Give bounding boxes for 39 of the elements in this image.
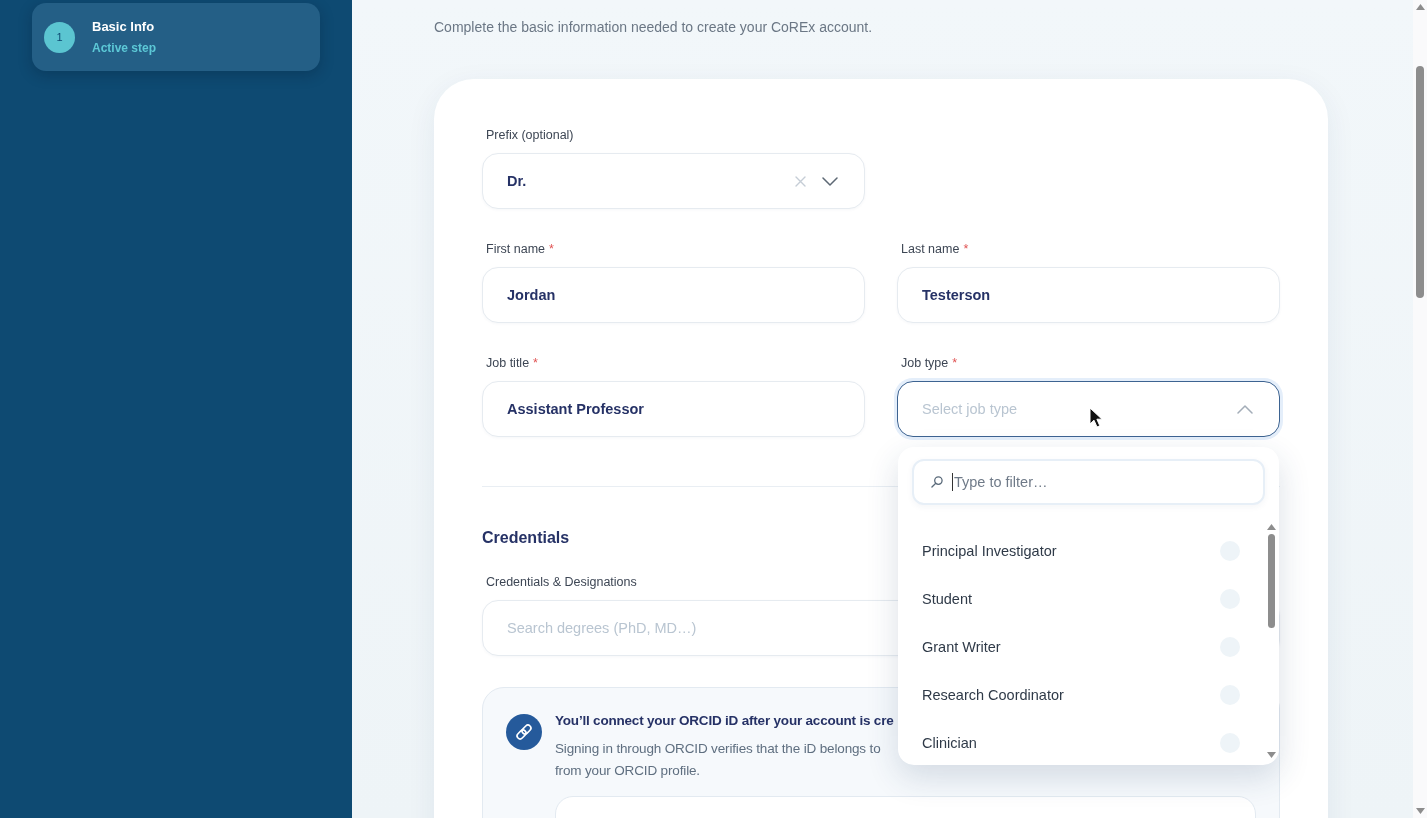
link-icon <box>506 714 542 750</box>
text-input[interactable]: Assistant Professor <box>482 381 865 437</box>
required-mark: * <box>952 355 958 371</box>
text-caret-icon <box>952 473 953 491</box>
dropdown-option[interactable]: Research Coordinator <box>898 671 1265 719</box>
dropdown-option[interactable]: Clinician <box>898 719 1265 765</box>
select-field[interactable]: Dr. <box>482 153 865 209</box>
filter-input[interactable]: Type to filter… <box>912 459 1265 505</box>
field-label: Credentials & Designations <box>486 574 637 590</box>
scrollbar-thumb[interactable] <box>1267 534 1275 628</box>
pointer-cursor-icon <box>1089 407 1103 428</box>
text-input[interactable]: Jordan <box>482 267 865 323</box>
field-label: First name <box>486 241 546 257</box>
scroll-up-arrow-icon[interactable] <box>1415 4 1425 10</box>
required-mark: * <box>549 241 554 257</box>
scrollbar-thumb[interactable] <box>1416 66 1424 298</box>
required-mark: * <box>963 241 969 257</box>
step-card[interactable]: 1 Basic Info Active step <box>32 3 320 71</box>
dropdown-option[interactable]: Principal Investigator <box>898 527 1265 575</box>
required-mark: * <box>533 355 538 371</box>
field-label: Prefix (optional) <box>486 127 574 143</box>
section-heading: Credentials <box>482 528 570 548</box>
field-label: Job type <box>901 355 949 371</box>
notice-description: Signing in through ORCID verifies that the iD belongs to from your ORCID profile. <box>555 740 881 780</box>
field-label: Last name <box>901 241 960 257</box>
text-input[interactable]: Testerson <box>897 267 1280 323</box>
scroll-down-arrow-icon[interactable] <box>1266 752 1276 758</box>
clear-icon[interactable] <box>795 175 806 187</box>
step-status: Active step <box>92 40 157 56</box>
step-title: Basic Info <box>92 18 155 35</box>
field-label: Job title <box>486 355 530 371</box>
scroll-up-arrow-icon[interactable] <box>1266 524 1276 530</box>
chevron-down-icon <box>822 176 838 186</box>
step-number: 1 <box>44 21 75 53</box>
scroll-down-arrow-icon[interactable] <box>1415 808 1425 814</box>
notice-title: You’ll connect your ORCID iD after your account is cre <box>555 712 894 730</box>
page-subtitle: Complete the basic information needed to create your CoREx account. <box>434 18 873 37</box>
search-icon <box>931 476 943 488</box>
chevron-up-icon <box>1237 404 1253 414</box>
